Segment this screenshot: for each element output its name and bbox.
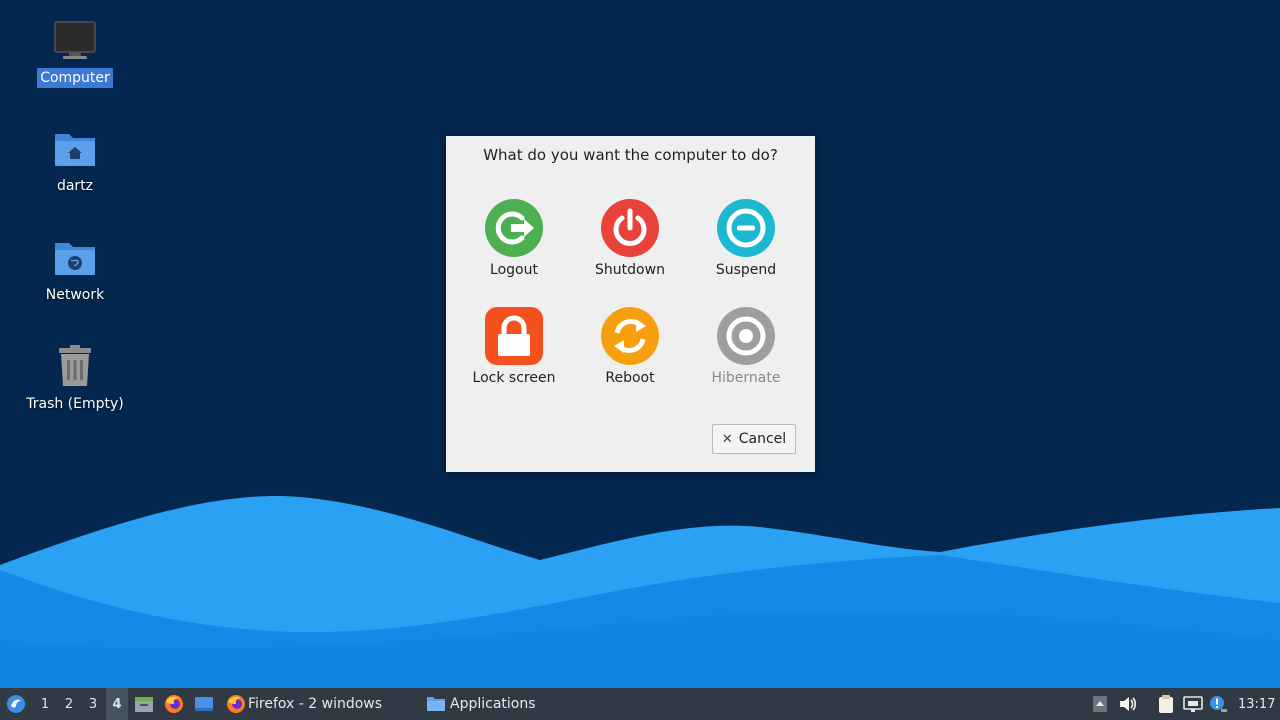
network-folder-icon — [55, 243, 95, 275]
desktop-icon-computer[interactable]: Computer — [20, 18, 130, 88]
task-label: Firefox - 2 windows — [248, 696, 383, 712]
logout-icon — [485, 199, 543, 257]
whisker-menu-button[interactable] — [4, 688, 28, 720]
logout-label: Logout — [490, 262, 538, 278]
desktop-icon-home[interactable]: dartz — [20, 126, 130, 196]
folder-icon — [427, 697, 445, 711]
workspace-3[interactable]: 3 — [82, 688, 104, 720]
desktop-icon-trash[interactable]: Trash (Empty) — [20, 344, 130, 414]
cancel-label: Cancel — [738, 431, 787, 447]
workspace-1[interactable]: 1 — [34, 688, 56, 720]
firefox-icon — [165, 695, 183, 713]
dialog-title: What do you want the computer to do? — [483, 146, 778, 164]
launcher-firefox[interactable] — [164, 688, 184, 720]
power-icon — [601, 199, 659, 257]
desktop-icon-label: Trash (Empty) — [26, 396, 124, 412]
clipboard-manager[interactable] — [1155, 688, 1177, 720]
close-icon: ✕ — [721, 431, 733, 447]
clipboard-icon — [1159, 695, 1173, 713]
computer-icon — [54, 21, 96, 59]
lock-screen-label: Lock screen — [472, 370, 556, 386]
suspend-label: Suspend — [715, 262, 777, 278]
shutdown-button[interactable]: Shutdown — [572, 198, 688, 278]
chevron-up-icon — [1093, 696, 1107, 712]
start-menu-icon — [7, 695, 25, 713]
suspend-icon — [717, 199, 775, 257]
task-applications[interactable]: Applications — [426, 688, 536, 720]
reboot-icon — [601, 307, 659, 365]
hibernate-button: Hibernate — [688, 306, 804, 386]
desktop-icon-label: dartz — [56, 178, 94, 194]
taskbar: 1 2 3 4 Firefox - 2 windows Applications… — [0, 688, 1280, 720]
clock-time: 13:17 — [1238, 696, 1276, 712]
trash-icon — [59, 345, 91, 386]
reboot-label: Reboot — [605, 370, 655, 386]
suspend-button[interactable]: Suspend — [688, 198, 804, 278]
network-manager[interactable] — [1182, 688, 1204, 720]
file-manager-icon — [135, 697, 153, 712]
desktop-icon-label: Computer — [37, 68, 113, 88]
workspace-label: 3 — [88, 696, 98, 712]
lock-screen-button[interactable]: Lock screen — [456, 306, 572, 386]
desktop-icon-label: Network — [45, 287, 105, 303]
launcher-show-desktop[interactable] — [194, 688, 214, 720]
lock-icon — [485, 307, 543, 365]
logout-dialog: What do you want the computer to do? Log… — [446, 136, 815, 472]
reboot-button[interactable]: Reboot — [572, 306, 688, 386]
launcher-file-manager[interactable] — [134, 688, 154, 720]
workspace-label: 4 — [112, 696, 122, 712]
firefox-icon — [227, 695, 245, 713]
logout-button[interactable]: Logout — [456, 198, 572, 278]
desktop-icon-network[interactable]: Network — [20, 235, 130, 305]
notifications[interactable] — [1207, 688, 1229, 720]
desktop-icon — [195, 697, 213, 711]
notification-icon — [1210, 696, 1227, 712]
task-firefox[interactable]: Firefox - 2 windows — [226, 688, 382, 720]
hibernate-label: Hibernate — [711, 370, 781, 386]
network-wired-icon — [1183, 696, 1203, 712]
workspace-label: 2 — [64, 696, 74, 712]
hibernate-icon — [717, 307, 775, 365]
home-folder-icon — [55, 134, 95, 166]
workspace-4[interactable]: 4 — [106, 688, 128, 720]
cancel-button[interactable]: ✕ Cancel — [712, 424, 796, 454]
clock[interactable]: 13:17 — [1238, 688, 1275, 720]
task-label: Applications — [450, 696, 536, 712]
volume-icon — [1120, 697, 1137, 711]
volume-control[interactable] — [1117, 688, 1139, 720]
shutdown-label: Shutdown — [595, 262, 665, 278]
tray-expander[interactable] — [1089, 688, 1111, 720]
workspace-2[interactable]: 2 — [58, 688, 80, 720]
workspace-label: 1 — [40, 696, 50, 712]
